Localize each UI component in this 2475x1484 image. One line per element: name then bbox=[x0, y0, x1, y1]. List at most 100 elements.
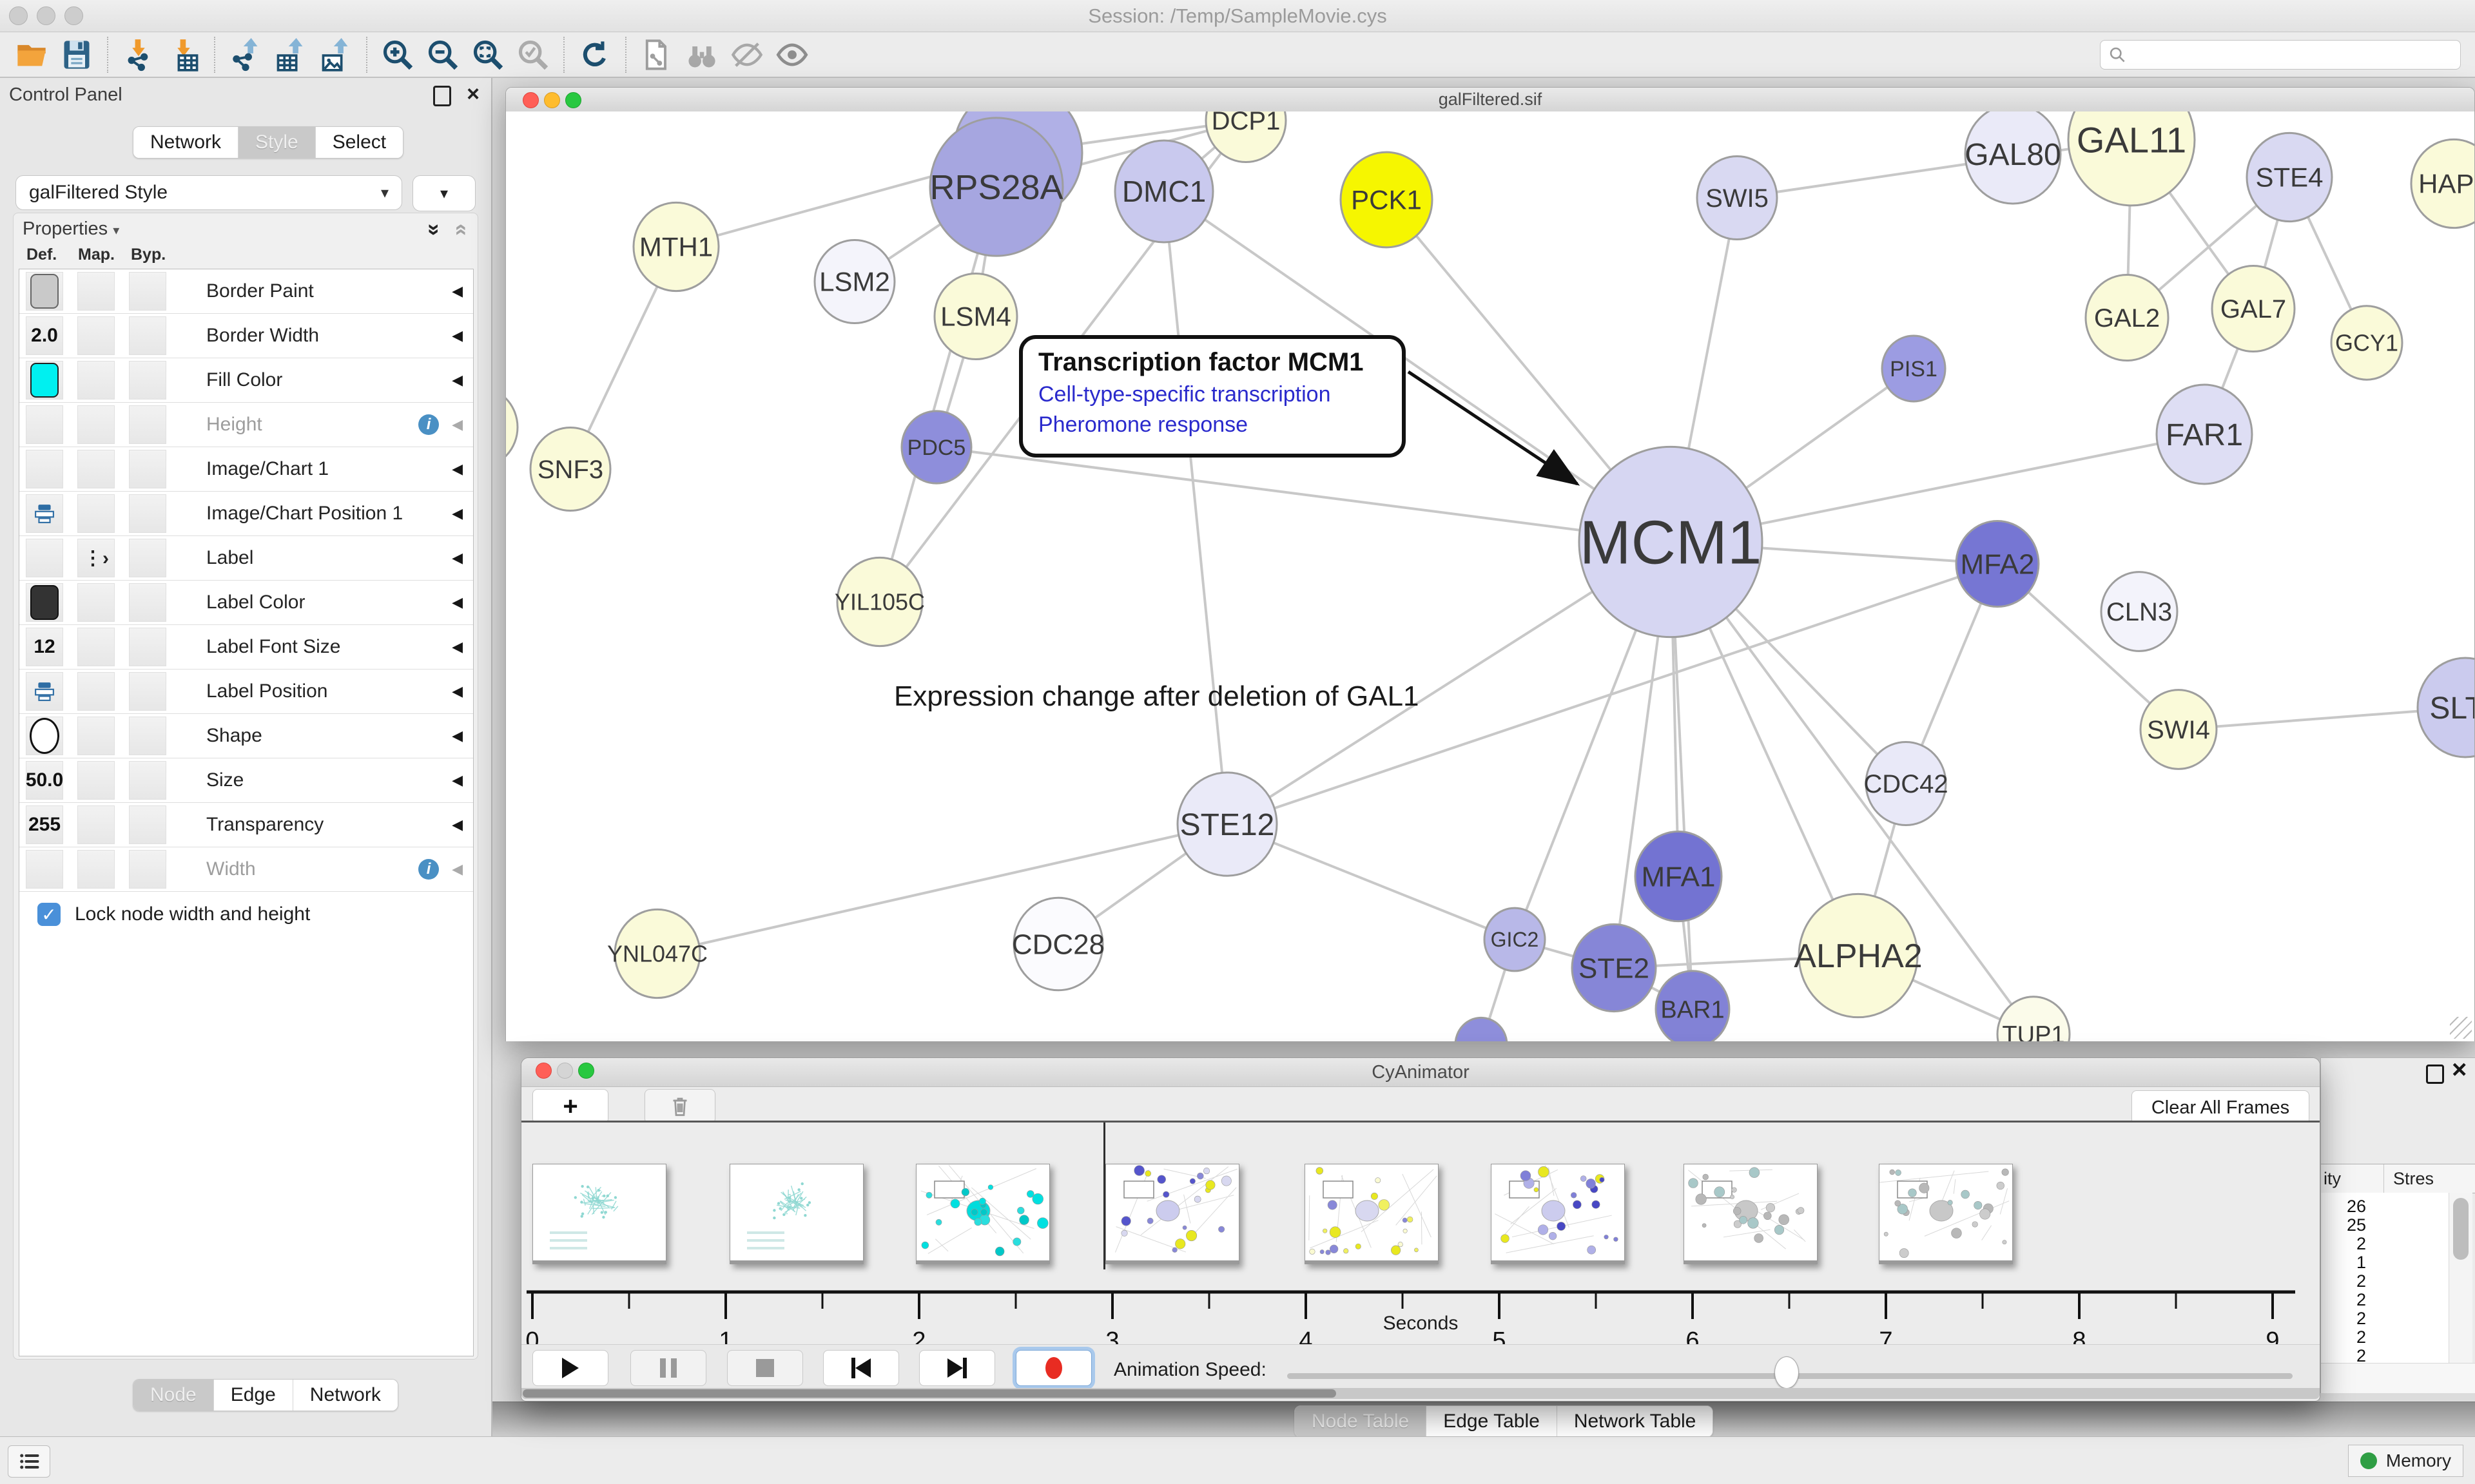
property-row-image-chart-1[interactable]: Image/Chart 1◀ bbox=[19, 447, 473, 492]
network-node-RPS28A[interactable]: RPS28A bbox=[929, 118, 1063, 256]
tab-node[interactable]: Node bbox=[133, 1380, 213, 1411]
network-node-STE4[interactable]: STE4 bbox=[2247, 133, 2332, 221]
scrollbar-thumb[interactable] bbox=[2453, 1198, 2469, 1260]
default-value-cell[interactable] bbox=[26, 361, 63, 400]
export-image-icon[interactable] bbox=[318, 37, 354, 73]
close-panel-icon[interactable]: × bbox=[467, 86, 480, 102]
network-node-SNF3[interactable]: SNF3 bbox=[530, 428, 610, 511]
network-node-PIS1[interactable]: PIS1 bbox=[1882, 336, 1945, 401]
timeline-frame-3[interactable] bbox=[916, 1164, 1050, 1264]
zoom-in-icon[interactable] bbox=[380, 37, 416, 73]
network-node-GAL11[interactable]: GAL11 bbox=[2068, 111, 2195, 206]
network-node-SLT2[interactable]: SLT2 bbox=[2418, 658, 2474, 757]
annotation-link[interactable]: Pheromone response bbox=[1038, 412, 1386, 438]
network-node-SWI4[interactable]: SWI4 bbox=[2140, 690, 2217, 769]
default-value-cell[interactable]: 50.0 bbox=[26, 761, 63, 800]
expand-row-icon[interactable]: ◀ bbox=[452, 816, 463, 833]
timeline-frame-6[interactable] bbox=[1491, 1164, 1625, 1264]
scrollbar-thumb[interactable] bbox=[523, 1389, 1336, 1398]
style-selector[interactable]: galFiltered Style ▾ bbox=[15, 175, 402, 210]
network-node-MCM1[interactable]: MCM1 bbox=[1579, 447, 1762, 637]
network-node-GIC2[interactable]: GIC2 bbox=[1484, 908, 1545, 971]
expand-row-icon[interactable]: ◀ bbox=[452, 683, 463, 700]
lock-node-size-row[interactable]: ✓Lock node width and height bbox=[19, 892, 473, 937]
next-frame-button[interactable] bbox=[919, 1350, 995, 1386]
tab-style[interactable]: Style bbox=[238, 127, 315, 158]
network-node-STE2[interactable]: STE2 bbox=[1572, 924, 1656, 1011]
network-node-HAP2[interactable]: HAP2 bbox=[2411, 139, 2474, 227]
expand-row-icon[interactable]: ◀ bbox=[452, 416, 463, 433]
network-node-MFA2[interactable]: MFA2 bbox=[1956, 521, 2039, 606]
network-window-titlebar[interactable]: galFiltered.sif bbox=[506, 88, 2474, 112]
play-button[interactable] bbox=[532, 1350, 608, 1386]
resize-grip[interactable] bbox=[2450, 1017, 2472, 1039]
export-network-icon[interactable] bbox=[228, 37, 264, 73]
network-node-LSM4[interactable]: LSM4 bbox=[935, 273, 1017, 359]
expand-row-icon[interactable]: ◀ bbox=[452, 283, 463, 300]
network-node-YNL047C[interactable]: YNL047C bbox=[607, 909, 708, 997]
default-value-cell[interactable] bbox=[26, 583, 63, 622]
default-value-cell[interactable] bbox=[26, 450, 63, 488]
tab-select[interactable]: Select bbox=[315, 127, 403, 158]
property-row-shape[interactable]: Shape◀ bbox=[19, 714, 473, 758]
default-value-cell[interactable] bbox=[26, 539, 63, 577]
import-network-icon[interactable] bbox=[121, 37, 157, 73]
network-node-ALPHA2[interactable]: ALPHA2 bbox=[1794, 894, 1922, 1017]
tab-edge-table[interactable]: Edge Table bbox=[1426, 1406, 1557, 1437]
column-stress[interactable]: Stres bbox=[2393, 1169, 2434, 1189]
record-button[interactable] bbox=[1016, 1350, 1092, 1386]
property-row-width[interactable]: Widthi◀ bbox=[19, 847, 473, 892]
timeline-playhead[interactable] bbox=[1103, 1123, 1105, 1269]
slider-thumb[interactable] bbox=[1774, 1356, 1799, 1389]
expand-row-icon[interactable]: ◀ bbox=[452, 728, 463, 744]
lock-checkbox[interactable]: ✓ bbox=[37, 903, 61, 926]
import-table-icon[interactable] bbox=[166, 37, 202, 73]
tab-network-style[interactable]: Network bbox=[293, 1380, 398, 1411]
property-row-fill-color[interactable]: Fill Color◀ bbox=[19, 358, 473, 403]
default-value-cell[interactable]: 2.0 bbox=[26, 316, 63, 355]
property-row-border-paint[interactable]: Border Paint◀ bbox=[19, 269, 473, 314]
network-node-edgeL[interactable] bbox=[506, 387, 518, 468]
default-value-cell[interactable] bbox=[26, 672, 63, 711]
expand-row-icon[interactable]: ◀ bbox=[452, 372, 463, 389]
property-row-height[interactable]: Heighti◀ bbox=[19, 403, 473, 447]
property-row-label-color[interactable]: Label Color◀ bbox=[19, 581, 473, 625]
default-value-cell[interactable] bbox=[26, 717, 63, 755]
network-node-small1[interactable] bbox=[1455, 1017, 1507, 1041]
network-file-icon[interactable] bbox=[639, 37, 675, 73]
collapse-all-icon[interactable]: » bbox=[447, 224, 472, 236]
tab-network-table[interactable]: Network Table bbox=[1557, 1406, 1713, 1437]
network-node-CLN3[interactable]: CLN3 bbox=[2101, 572, 2177, 651]
zoom-selected-icon[interactable] bbox=[515, 37, 551, 73]
default-value-cell[interactable]: 12 bbox=[26, 628, 63, 666]
timeline-strip[interactable]: 0123456789 Seconds bbox=[521, 1123, 2320, 1344]
expand-row-icon[interactable]: ◀ bbox=[452, 861, 463, 878]
expand-row-icon[interactable]: ◀ bbox=[452, 461, 463, 477]
network-node-PDC5[interactable]: PDC5 bbox=[902, 411, 971, 483]
find-icon[interactable] bbox=[684, 37, 720, 73]
float-panel-icon[interactable] bbox=[433, 86, 451, 106]
tab-node-table[interactable]: Node Table bbox=[1295, 1406, 1426, 1437]
show-details-icon[interactable] bbox=[774, 37, 810, 73]
network-node-TUP1[interactable]: TUP1 bbox=[1997, 997, 2070, 1041]
tab-edge[interactable]: Edge bbox=[213, 1380, 293, 1411]
delete-frame-button[interactable] bbox=[645, 1089, 715, 1124]
expand-row-icon[interactable]: ◀ bbox=[452, 550, 463, 566]
property-row-label-position[interactable]: Label Position◀ bbox=[19, 670, 473, 714]
previous-frame-button[interactable] bbox=[823, 1350, 899, 1386]
network-node-GAL2[interactable]: GAL2 bbox=[2086, 275, 2168, 360]
chevron-down-icon[interactable]: ▾ bbox=[113, 224, 119, 238]
show-panels-button[interactable] bbox=[8, 1445, 50, 1478]
timeline-frame-5[interactable] bbox=[1305, 1164, 1439, 1264]
network-node-CDC42[interactable]: CDC42 bbox=[1863, 742, 1948, 825]
search-input[interactable] bbox=[2100, 40, 2461, 70]
default-value-cell[interactable] bbox=[26, 494, 63, 533]
network-node-STE12[interactable]: STE12 bbox=[1178, 773, 1277, 876]
timeline-frame-2[interactable] bbox=[730, 1164, 864, 1264]
float-panel-icon[interactable] bbox=[2426, 1065, 2444, 1084]
save-session-icon[interactable] bbox=[59, 37, 95, 73]
style-options-button[interactable]: ▾ bbox=[412, 175, 476, 211]
refresh-layout-icon[interactable] bbox=[577, 37, 613, 73]
default-value-cell[interactable] bbox=[26, 405, 63, 444]
search-field[interactable] bbox=[2126, 44, 2452, 66]
